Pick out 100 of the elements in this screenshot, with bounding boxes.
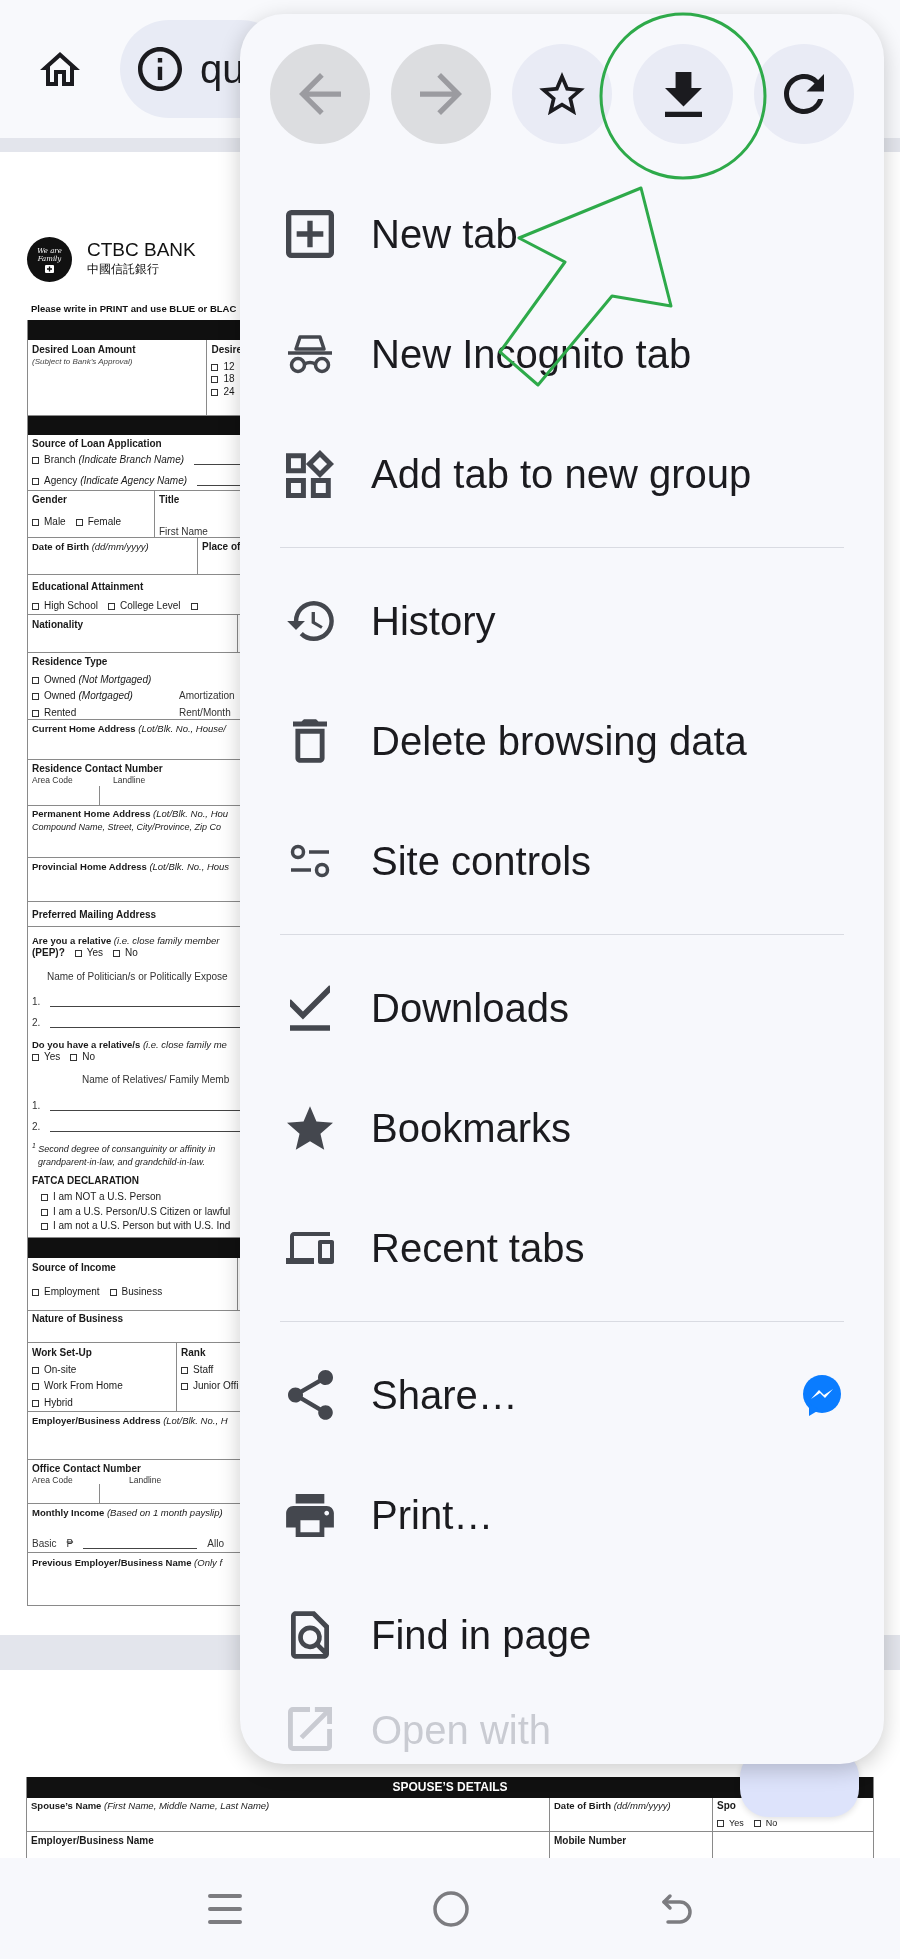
field-label: Source of Loan Application bbox=[32, 438, 162, 450]
field-label: Provincial Home Address (Lot/Blk. No., Hous bbox=[32, 861, 230, 873]
menu-item[interactable]: Add tab to new group bbox=[240, 414, 884, 534]
form-text: Name of Politician/s or Politically Expose bbox=[47, 971, 228, 983]
option-label: Female bbox=[87, 516, 122, 528]
option-label: No bbox=[82, 1051, 96, 1063]
option-label: Yes bbox=[729, 1817, 744, 1829]
option-label: No bbox=[125, 947, 138, 959]
history-icon bbox=[286, 601, 334, 641]
field-label: Office Contact Number bbox=[32, 1463, 141, 1475]
option-label: 18 bbox=[223, 373, 235, 385]
option-label: On-site bbox=[44, 1364, 77, 1376]
bank-name: CTBC BANK bbox=[87, 240, 196, 259]
bank-name-chinese: 中國信託銀行 bbox=[87, 263, 160, 275]
hat-glasses-icon bbox=[286, 333, 334, 375]
chat-bubble-icon bbox=[801, 1374, 843, 1416]
form-text: ₱ bbox=[66, 1538, 74, 1550]
form-note: $^{1}$ Second degree of consanguinity or affinity in bbox=[32, 1143, 216, 1155]
option-label: 24 bbox=[223, 386, 235, 398]
option-label: Staff bbox=[193, 1364, 214, 1376]
field-label: Mobile Number bbox=[554, 1835, 627, 1847]
form-text: Name of Relatives/ Family Memb bbox=[82, 1074, 230, 1086]
option-label: I am not a U.S. Person but with U.S. Ind bbox=[53, 1220, 231, 1232]
menu-item[interactable]: Print… bbox=[240, 1455, 884, 1575]
option-label: Junior Offi bbox=[193, 1380, 239, 1392]
option-label: Hybrid bbox=[44, 1397, 73, 1409]
fill-in-line bbox=[197, 485, 242, 486]
field-label: Do you have a relative/s (i.e. close family me bbox=[32, 1039, 227, 1051]
menu-item[interactable]: New tab bbox=[240, 174, 884, 294]
share-icon bbox=[287, 1370, 333, 1420]
form-text: Basic bbox=[32, 1538, 57, 1550]
squares-diamond-icon bbox=[286, 450, 334, 498]
field-label: Gender bbox=[32, 494, 67, 506]
menu-item[interactable]: Delete browsing data bbox=[240, 681, 884, 801]
option-label: 12 bbox=[223, 361, 235, 373]
field-label: Spo bbox=[717, 1800, 736, 1812]
three-lines-icon[interactable] bbox=[208, 1893, 242, 1924]
option-label: Employment bbox=[44, 1286, 100, 1298]
option-label: No bbox=[765, 1817, 778, 1829]
field-label: FATCA DECLARATION bbox=[32, 1175, 140, 1187]
form-text: 1. bbox=[32, 996, 41, 1008]
home-icon[interactable] bbox=[40, 52, 80, 86]
form-text: 1. bbox=[32, 1100, 41, 1112]
instruction-text: Please write in PRINT and use BLUE or BLAC bbox=[31, 304, 237, 315]
field-label: Educational Attainment bbox=[32, 581, 144, 593]
field-label: Rank bbox=[181, 1347, 206, 1359]
field-label: Date of Birth (dd/mm/yyyy) bbox=[32, 541, 149, 553]
form-note: Compound Name, Street, City/Province, Zip Co bbox=[32, 821, 222, 833]
field-label: Residence Contact Number bbox=[32, 763, 163, 775]
menu-item[interactable]: Find in page bbox=[240, 1575, 884, 1695]
option-label: Agency (Indicate Agency Name) bbox=[44, 475, 188, 487]
option-label: Owned (Mortgaged) bbox=[44, 690, 133, 702]
menu-item[interactable]: Share… bbox=[240, 1335, 884, 1455]
find-page-icon bbox=[291, 1611, 329, 1659]
field-label: Spouse’s Name (First Name, Middle Name, Last Name) bbox=[31, 1800, 270, 1812]
option-label: Business bbox=[121, 1286, 163, 1298]
form-note: (Subject to Bank’s Approval) bbox=[32, 357, 133, 367]
menu-item[interactable]: Bookmarks bbox=[240, 1068, 884, 1188]
fill-in-line bbox=[194, 464, 242, 465]
option-label: I am NOT a U.S. Person bbox=[53, 1191, 162, 1203]
field-label: Previous Employer/Business Name (Only f bbox=[32, 1557, 223, 1569]
sub-label: Landline bbox=[129, 1476, 162, 1486]
menu-item[interactable]: Downloads bbox=[240, 948, 884, 1068]
printer-icon bbox=[286, 1493, 334, 1537]
sub-label: Area Code bbox=[32, 776, 74, 786]
option-label: High School bbox=[44, 600, 98, 612]
form-text: 2. bbox=[32, 1121, 41, 1133]
trash-icon bbox=[293, 719, 327, 763]
menu-item[interactable]: Site controls bbox=[240, 801, 884, 921]
field-label: Date of Birth (dd/mm/yyyy) bbox=[554, 1800, 671, 1812]
menu-item[interactable]: History bbox=[240, 561, 884, 681]
option-label: I am a U.S. Person/U.S Citizen or lawful bbox=[53, 1206, 231, 1218]
field-label: Place of bbox=[202, 541, 241, 553]
option-label: Branch (Indicate Branch Name) bbox=[44, 454, 185, 466]
download-icon bbox=[664, 71, 702, 117]
option-label: Rented bbox=[44, 707, 77, 719]
tick-line-icon bbox=[290, 985, 330, 1031]
menu-item[interactable]: Recent tabs bbox=[240, 1188, 884, 1308]
arrow-right-icon bbox=[420, 73, 462, 115]
sub-label: Area Code bbox=[32, 1476, 74, 1486]
option-label: Male bbox=[44, 516, 66, 528]
field-label: Title bbox=[159, 494, 180, 506]
field-label: Monthly Income (Based on 1 month payslip) bbox=[32, 1507, 223, 1519]
option-label: College Level bbox=[119, 600, 181, 612]
field-label: Work Set-Up bbox=[32, 1347, 92, 1359]
field-label: Current Home Address (Lot/Blk. No., House/ bbox=[32, 723, 226, 735]
field-label: Employer/Business Name bbox=[31, 1835, 154, 1847]
sub-label: Landline bbox=[113, 776, 146, 786]
option-label: Yes bbox=[86, 947, 104, 959]
form-text: Amortization bbox=[179, 690, 236, 702]
field-label: Nature of Business bbox=[32, 1313, 124, 1325]
back-arrow-icon[interactable] bbox=[660, 1892, 694, 1925]
star-outline-icon bbox=[539, 72, 585, 116]
form-text: Rent/Month bbox=[179, 707, 232, 719]
field-label: Employer/Business Address (Lot/Blk. No., H bbox=[32, 1415, 228, 1427]
open-external-icon bbox=[288, 1707, 332, 1751]
field-label: Preferred Mailing Address bbox=[32, 909, 157, 921]
form-text: Allo bbox=[207, 1538, 224, 1550]
field-label: Desired Loan Amount bbox=[32, 344, 136, 356]
circle-icon[interactable] bbox=[433, 1890, 469, 1927]
